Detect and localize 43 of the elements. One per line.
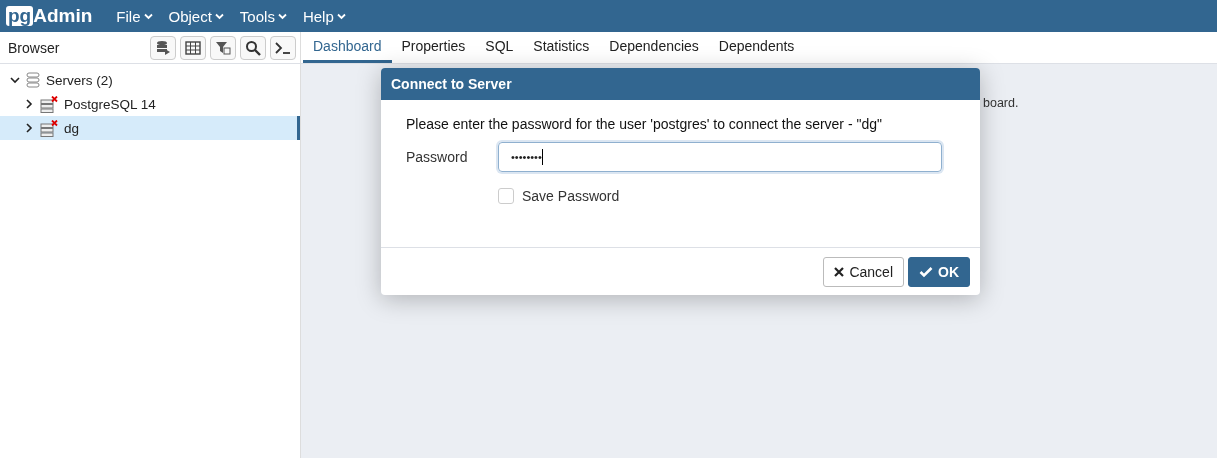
- disconnected-server-icon: [40, 119, 58, 137]
- chevron-down-icon: [336, 12, 346, 20]
- tree-item[interactable]: PostgreSQL 14: [0, 92, 300, 116]
- check-icon: [919, 265, 933, 278]
- tab[interactable]: Dependents: [708, 32, 805, 63]
- field-label: Password: [406, 149, 469, 165]
- chevron-down-icon: [214, 12, 224, 20]
- menu-item[interactable]: Object: [162, 7, 230, 25]
- password-field[interactable]: ••••••••: [498, 142, 942, 172]
- chevron-right-icon[interactable]: [24, 123, 34, 133]
- ok-button[interactable]: OK: [908, 256, 970, 287]
- menu-item[interactable]: File: [110, 7, 159, 25]
- checkbox-label: Save Password: [522, 188, 620, 204]
- disconnected-server-icon: [40, 95, 58, 113]
- tree-item[interactable]: Servers (2): [0, 68, 300, 92]
- search-icon[interactable]: [240, 35, 266, 60]
- app-logo: pg Admin: [6, 5, 93, 27]
- tab[interactable]: Properties: [391, 32, 476, 63]
- close-icon: [834, 266, 845, 277]
- tab[interactable]: Dependencies: [599, 32, 709, 63]
- tree-item-label: dg: [64, 120, 80, 136]
- servers-icon: [26, 72, 40, 88]
- filter-icon[interactable]: [210, 35, 236, 60]
- dialog-message: Please enter the password for the user 'postgres' to connect the server - "dg": [406, 116, 883, 132]
- menu-item[interactable]: Help: [296, 7, 352, 25]
- chevron-down-icon: [143, 12, 153, 20]
- cancel-button[interactable]: Cancel: [823, 256, 904, 287]
- dashboard-text: board.: [983, 96, 1019, 110]
- terminal-icon[interactable]: [270, 35, 296, 60]
- chevron-down-icon[interactable]: [10, 75, 20, 85]
- tree-item-label: Servers (2): [46, 72, 113, 88]
- chevron-down-icon: [277, 12, 287, 20]
- panel-title: Browser: [8, 39, 60, 56]
- database-icon[interactable]: [150, 35, 176, 60]
- menu-item[interactable]: Tools: [233, 7, 293, 25]
- tree-item-label: PostgreSQL 14: [64, 96, 156, 112]
- dialog-title: Connect to Server: [381, 68, 980, 100]
- tree-item[interactable]: dg: [0, 116, 300, 140]
- tab[interactable]: SQL: [475, 32, 524, 63]
- table-icon[interactable]: [180, 35, 206, 60]
- checkbox[interactable]: [498, 188, 514, 204]
- chevron-right-icon[interactable]: [24, 99, 34, 109]
- tab[interactable]: Statistics: [523, 32, 600, 63]
